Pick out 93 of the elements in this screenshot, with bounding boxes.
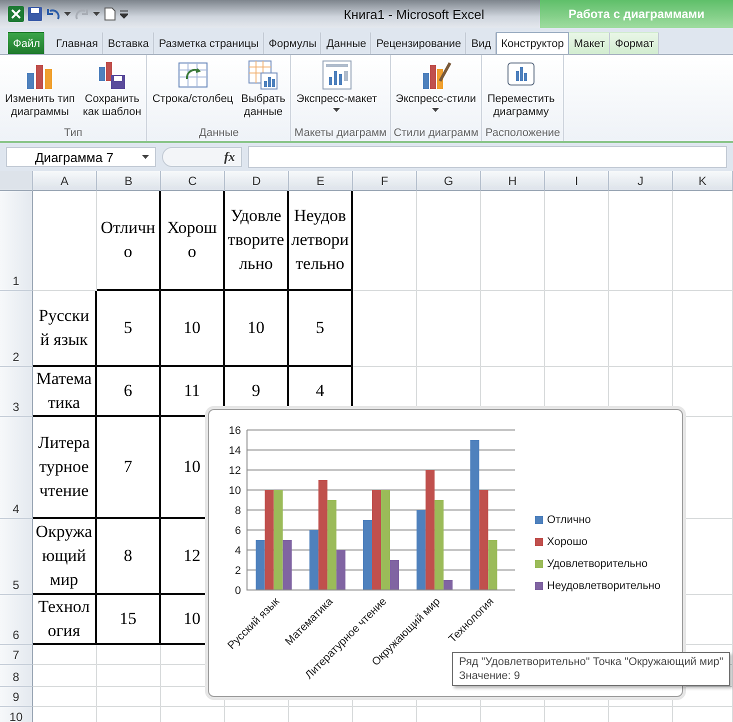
axis-tick-label: 10 <box>228 485 241 497</box>
row-header[interactable]: 6 <box>0 595 33 645</box>
excel-logo-icon[interactable] <box>8 6 24 22</box>
table-cell: Отлично <box>97 191 161 291</box>
table-cell: Технология <box>33 595 97 645</box>
undo-icon[interactable] <box>46 8 60 20</box>
column-header[interactable]: F <box>353 171 417 191</box>
row-header[interactable]: 8 <box>0 665 33 687</box>
ribbon-tab[interactable]: Вставка <box>102 32 154 54</box>
group-label: Тип <box>63 127 84 139</box>
bar <box>363 520 372 590</box>
caret-icon <box>64 12 71 16</box>
row-header[interactable]: 1 <box>0 191 33 291</box>
column-header[interactable]: G <box>417 171 481 191</box>
legend-label: Хорошо <box>547 536 588 548</box>
table-cell: Окружающий мир <box>33 519 97 595</box>
column-header[interactable]: B <box>97 171 161 191</box>
legend-label: Удовлетворительно <box>547 558 648 570</box>
row-header[interactable]: 4 <box>0 417 33 519</box>
table-cell: 5 <box>289 291 353 367</box>
axis-tick-label: 4 <box>234 545 241 557</box>
table-cell: 10 <box>161 291 225 367</box>
row-header[interactable]: 2 <box>0 291 33 367</box>
tooltip-text: Значение: 9 <box>459 670 522 682</box>
column-header[interactable]: I <box>545 171 609 191</box>
table-cell: 8 <box>97 519 161 595</box>
name-box[interactable]: Диаграмма 7 <box>6 147 156 167</box>
table-cell: Удовлетворительно <box>225 191 289 291</box>
ribbon-tab[interactable]: Конструктор <box>496 32 569 54</box>
ribbon-tab[interactable]: Разметка страницы <box>154 32 264 54</box>
ribbon-button[interactable]: Выбрать данные <box>239 59 288 127</box>
row-header[interactable]: 9 <box>0 687 33 707</box>
table-cell: 7 <box>97 417 161 519</box>
column-header[interactable]: E <box>289 171 353 191</box>
legend-label: Неудовлетворительно <box>547 580 661 592</box>
column-header[interactable]: C <box>161 171 225 191</box>
legend-label: Отлично <box>547 514 591 526</box>
column-header[interactable]: A <box>33 171 97 191</box>
table-cell: Русский язык <box>33 291 97 367</box>
column-header[interactable]: D <box>225 171 289 191</box>
dropdown-caret-icon <box>333 108 340 112</box>
group-label: Данные <box>198 127 240 139</box>
row-header[interactable]: 5 <box>0 519 33 595</box>
context-tab-header: Работа с диаграммами <box>540 0 733 28</box>
ribbon-button[interactable]: Экспресс-макет <box>294 59 380 127</box>
ribbon-button[interactable]: Изменить тип диаграммы <box>3 59 77 127</box>
window-title: Книга1 - Microsoft Excel <box>342 6 486 22</box>
table-cell: Хорошо <box>161 191 225 291</box>
table-cell: Математика <box>33 367 97 417</box>
ribbon-tab[interactable]: Формат <box>610 32 660 54</box>
table-cell: Неудовлетворительно <box>289 191 353 291</box>
column-header[interactable]: H <box>481 171 545 191</box>
caret-icon <box>93 12 100 16</box>
ribbon-tab[interactable]: Главная <box>51 32 103 54</box>
group-label: Стили диаграмм <box>394 127 478 139</box>
axis-tick-label: 2 <box>234 565 241 577</box>
row-header[interactable]: 3 <box>0 367 33 417</box>
table-cell: 15 <box>97 595 161 645</box>
new-document-icon[interactable] <box>104 7 116 21</box>
ribbon-button[interactable]: Экспресс-стили <box>394 59 478 127</box>
ribbon-tab[interactable]: Данные <box>321 32 372 54</box>
empty-cell <box>97 687 161 707</box>
table-cell: 10 <box>225 291 289 367</box>
column-header[interactable]: J <box>609 171 673 191</box>
dropdown-caret-icon <box>432 108 440 112</box>
group-label: Расположение <box>485 127 560 139</box>
row-header[interactable]: 10 <box>0 707 33 722</box>
table-cell: 6 <box>97 367 161 417</box>
ribbon-button[interactable]: Переместить диаграмму <box>485 59 557 127</box>
axis-tick-label: 8 <box>234 505 241 517</box>
row-header[interactable]: 7 <box>0 645 33 665</box>
ribbon-tab[interactable]: Макет <box>568 32 610 54</box>
chart-layout-icon <box>320 59 353 91</box>
ribbon-button[interactable]: Сохранить как шаблон <box>80 59 144 127</box>
table-cell: 5 <box>97 291 161 367</box>
ribbon-tab[interactable]: Формулы <box>264 32 322 54</box>
axis-tick-label: 6 <box>234 525 241 537</box>
axis-tick-label: 14 <box>228 445 241 457</box>
ribbon-tab[interactable]: Рецензирование <box>371 32 466 54</box>
insert-function-button[interactable]: fx <box>162 147 242 167</box>
dropdown-caret-icon <box>142 155 149 159</box>
save-icon[interactable] <box>28 7 42 21</box>
group-label: Макеты диаграмм <box>294 127 387 139</box>
axis-tick-label: 16 <box>228 425 241 437</box>
customize-toolbar-icon[interactable] <box>120 9 128 19</box>
axis-tick-label: 0 <box>234 585 241 597</box>
axis-tick-label: 12 <box>228 465 241 477</box>
ribbon-button[interactable]: Строка/столбец <box>150 59 236 127</box>
formula-input-field[interactable] <box>248 146 727 168</box>
column-header[interactable]: K <box>673 171 733 191</box>
table-cell: Литературное чтение <box>33 417 97 519</box>
ribbon-tab[interactable]: Файл <box>8 32 46 54</box>
table-chart-icon <box>247 59 280 91</box>
